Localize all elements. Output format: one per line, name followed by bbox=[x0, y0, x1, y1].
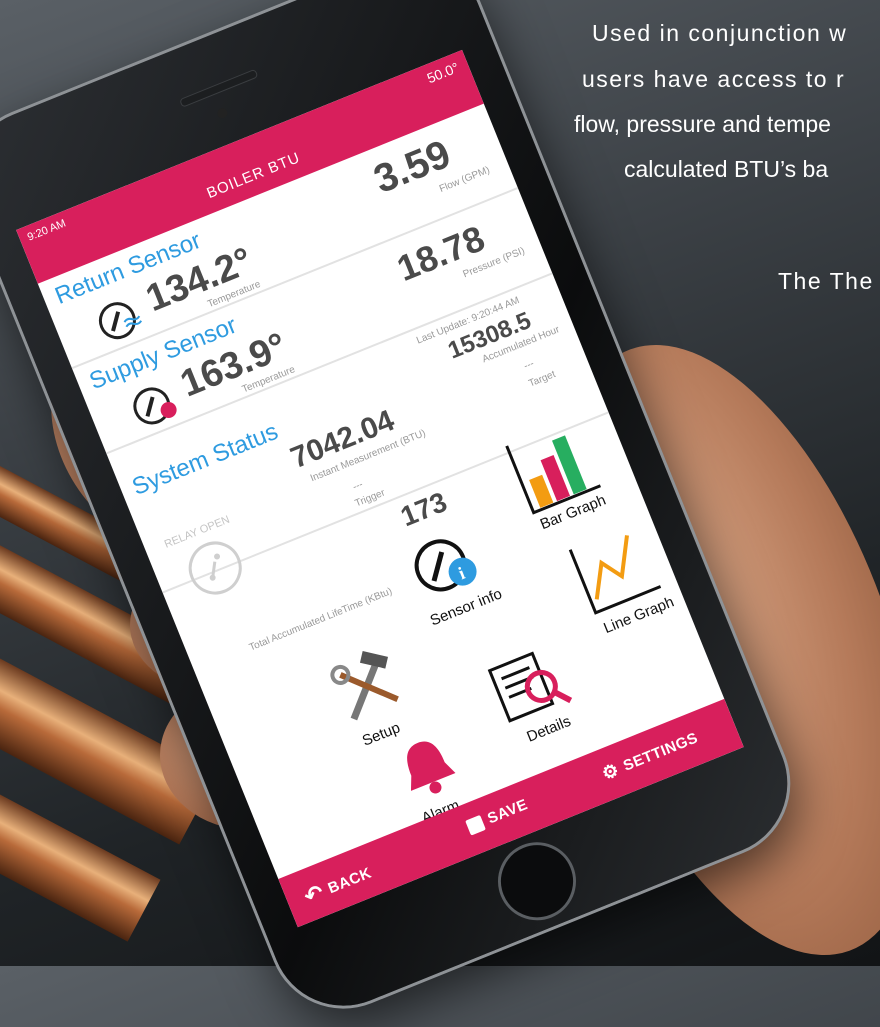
status-temperature: 50.0° bbox=[424, 59, 462, 87]
thermometer-waves-icon bbox=[98, 302, 143, 340]
save-label: SAVE bbox=[485, 796, 531, 828]
tools-icon[interactable] bbox=[322, 641, 413, 732]
home-button[interactable] bbox=[486, 830, 588, 933]
status-time: 9:20 AM bbox=[25, 217, 68, 244]
back-button[interactable]: ↶ BACK bbox=[301, 860, 376, 910]
trigger-value: --- bbox=[351, 479, 365, 494]
relay-switch-icon bbox=[188, 541, 242, 595]
back-label: BACK bbox=[325, 864, 374, 897]
marketing-copy-line: Used in conjunction w bbox=[592, 20, 848, 46]
lifetime-label: Total Accumulated LifeTime (KBtu) bbox=[247, 585, 394, 654]
settings-button[interactable]: ⚙ SETTINGS bbox=[599, 727, 701, 785]
phone-camera bbox=[215, 106, 229, 120]
marketing-copy-line: users have access to r bbox=[582, 66, 846, 92]
marketing-copy-line: The The bbox=[778, 268, 874, 294]
settings-label: SETTINGS bbox=[620, 729, 701, 775]
thermometer-flame-icon bbox=[133, 387, 177, 425]
target-label: Target bbox=[527, 368, 558, 390]
target-value: --- bbox=[522, 358, 536, 373]
marketing-copy-line: calculated BTU’s ba bbox=[624, 156, 829, 182]
phone-speaker bbox=[179, 68, 259, 108]
save-button[interactable]: SAVE bbox=[464, 796, 531, 836]
floppy-disk-icon bbox=[464, 814, 486, 836]
gear-icon: ⚙ bbox=[599, 759, 623, 785]
back-arrow-icon: ↶ bbox=[300, 879, 328, 910]
marketing-copy-line: flow, pressure and tempe bbox=[574, 111, 831, 137]
